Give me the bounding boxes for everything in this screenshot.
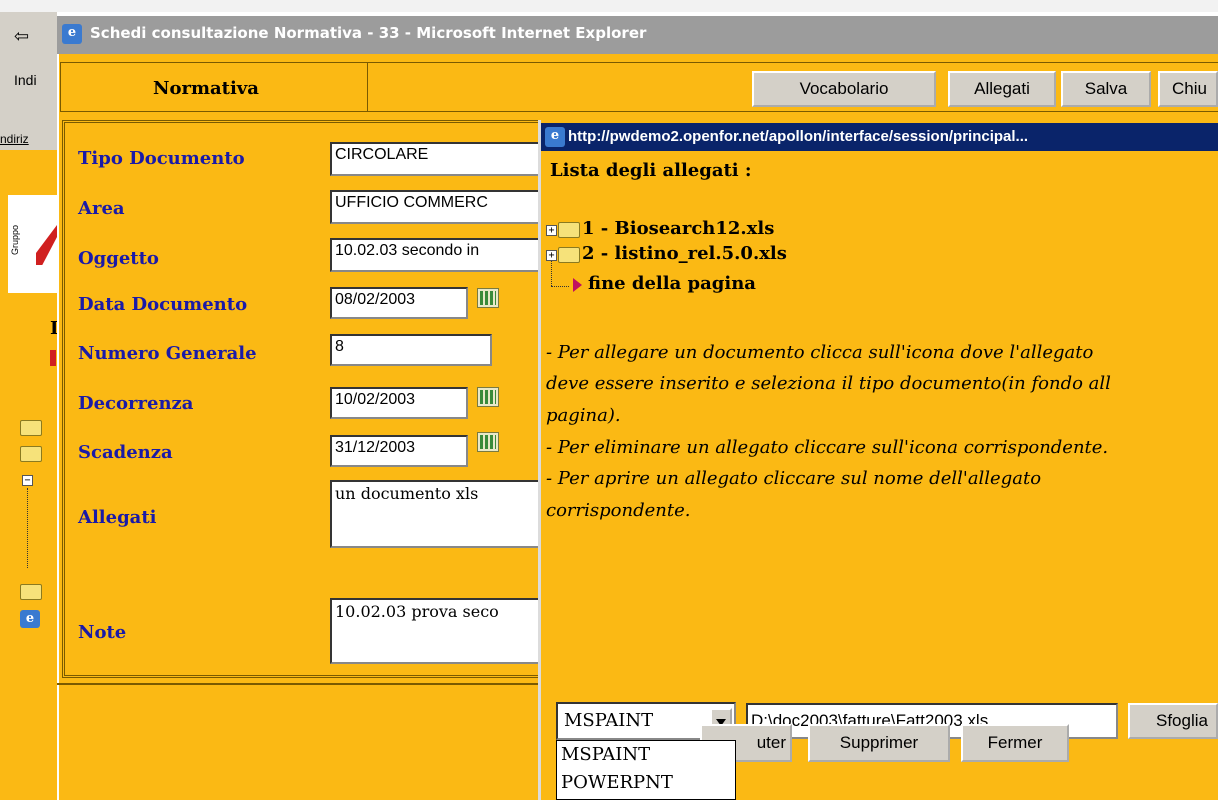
- back-arrow-icon[interactable]: ⇦: [14, 26, 29, 47]
- doc-type-option[interactable]: POWERPNT: [557, 769, 735, 797]
- note-textarea[interactable]: 10.02.03 prova seco: [330, 598, 540, 664]
- instruction-line: corrispondente.: [546, 500, 691, 521]
- allegati-textarea[interactable]: un documento xls: [330, 480, 540, 548]
- gruppo-logo-text: Gruppo: [10, 224, 20, 255]
- expand-icon[interactable]: +: [546, 250, 557, 261]
- folder-icon[interactable]: [20, 446, 42, 462]
- scadenza-label: Scadenza: [78, 442, 173, 463]
- tree-line: [27, 488, 29, 568]
- numero-generale-field[interactable]: 8: [330, 334, 492, 366]
- note-label: Note: [78, 622, 127, 643]
- background-cut-char-2: [50, 350, 56, 366]
- ie-window-icon: e: [62, 24, 82, 44]
- gruppo-logo: Gruppo: [8, 195, 57, 293]
- end-of-page-link[interactable]: fine della pagina: [588, 273, 756, 294]
- oggetto-label: Oggetto: [78, 248, 159, 269]
- data-documento-label: Data Documento: [78, 294, 248, 315]
- attachment-item-1[interactable]: 1 - Biosearch12.xls: [582, 218, 774, 239]
- ie-page-icon[interactable]: e: [20, 610, 40, 628]
- decorrenza-label: Decorrenza: [78, 393, 194, 414]
- doc-type-option[interactable]: MSPAINT: [557, 741, 735, 769]
- tipo-documento-label: Tipo Documento: [78, 148, 245, 169]
- background-address-label: ndiriz: [0, 132, 29, 146]
- folder-icon[interactable]: [20, 584, 42, 600]
- numero-generale-label: Numero Generale: [78, 343, 257, 364]
- attachments-list-title: Lista degli allegati :: [550, 160, 752, 181]
- expand-icon[interactable]: +: [546, 225, 557, 236]
- chiudi-button[interactable]: Chiu: [1158, 71, 1218, 107]
- fermer-button[interactable]: Fermer: [961, 724, 1069, 762]
- area-label: Area: [78, 198, 125, 219]
- vocabolario-button[interactable]: Vocabolario: [752, 71, 936, 107]
- doc-type-options-list[interactable]: MSPAINT POWERPNT: [556, 740, 736, 800]
- tipo-documento-field[interactable]: CIRCOLARE: [330, 142, 540, 176]
- oggetto-field[interactable]: 10.02.03 secondo in: [330, 238, 540, 272]
- instruction-line: - Per eliminare un allegato cliccare sul…: [546, 437, 1109, 458]
- gruppo-logo-mark: [36, 225, 57, 265]
- popup-title: http://pwdemo2.openfor.net/apollon/inter…: [568, 128, 1029, 145]
- allegati-label: Allegati: [78, 507, 157, 528]
- calendar-icon[interactable]: [477, 288, 499, 308]
- folder-icon[interactable]: [558, 222, 580, 238]
- calendar-icon[interactable]: [477, 387, 499, 407]
- background-ind-label: Indi: [14, 72, 37, 88]
- normativa-header: Normativa: [60, 62, 368, 112]
- instruction-line: - Per aprire un allegato cliccare sul no…: [546, 468, 1042, 489]
- data-documento-field[interactable]: 08/02/2003: [330, 287, 468, 319]
- calendar-icon[interactable]: [477, 432, 499, 452]
- tree-line: [551, 261, 553, 286]
- background-menubar: [0, 0, 1218, 12]
- scadenza-field[interactable]: 31/12/2003: [330, 435, 468, 467]
- salva-button[interactable]: Salva: [1061, 71, 1151, 107]
- allegati-button[interactable]: Allegati: [948, 71, 1056, 107]
- attachment-item-2[interactable]: 2 - listino_rel.5.0.xls: [582, 243, 787, 264]
- decorrenza-field[interactable]: 10/02/2003: [330, 387, 468, 419]
- doc-type-selected: MSPAINT: [564, 710, 654, 731]
- instruction-line: pagina).: [546, 405, 621, 426]
- supprimer-button[interactable]: Supprimer: [808, 724, 950, 762]
- folder-icon[interactable]: [20, 420, 42, 436]
- instruction-line: deve essere inserito e seleziona il tipo…: [546, 373, 1111, 394]
- instruction-line: - Per allegare un documento clicca sull'…: [546, 342, 1094, 363]
- normativa-title: Normativa: [153, 78, 259, 99]
- tree-line: [551, 286, 569, 288]
- form-bottom-divider: [57, 683, 540, 685]
- expand-icon[interactable]: −: [22, 475, 33, 486]
- ie-popup-icon: e: [545, 127, 565, 147]
- arrow-right-icon: [573, 278, 582, 292]
- browse-button[interactable]: Sfoglia: [1128, 703, 1218, 739]
- area-field[interactable]: UFFICIO COMMERC: [330, 190, 540, 224]
- folder-icon[interactable]: [558, 247, 580, 263]
- main-window-title: Schedi consultazione Normativa - 33 - Mi…: [90, 24, 647, 42]
